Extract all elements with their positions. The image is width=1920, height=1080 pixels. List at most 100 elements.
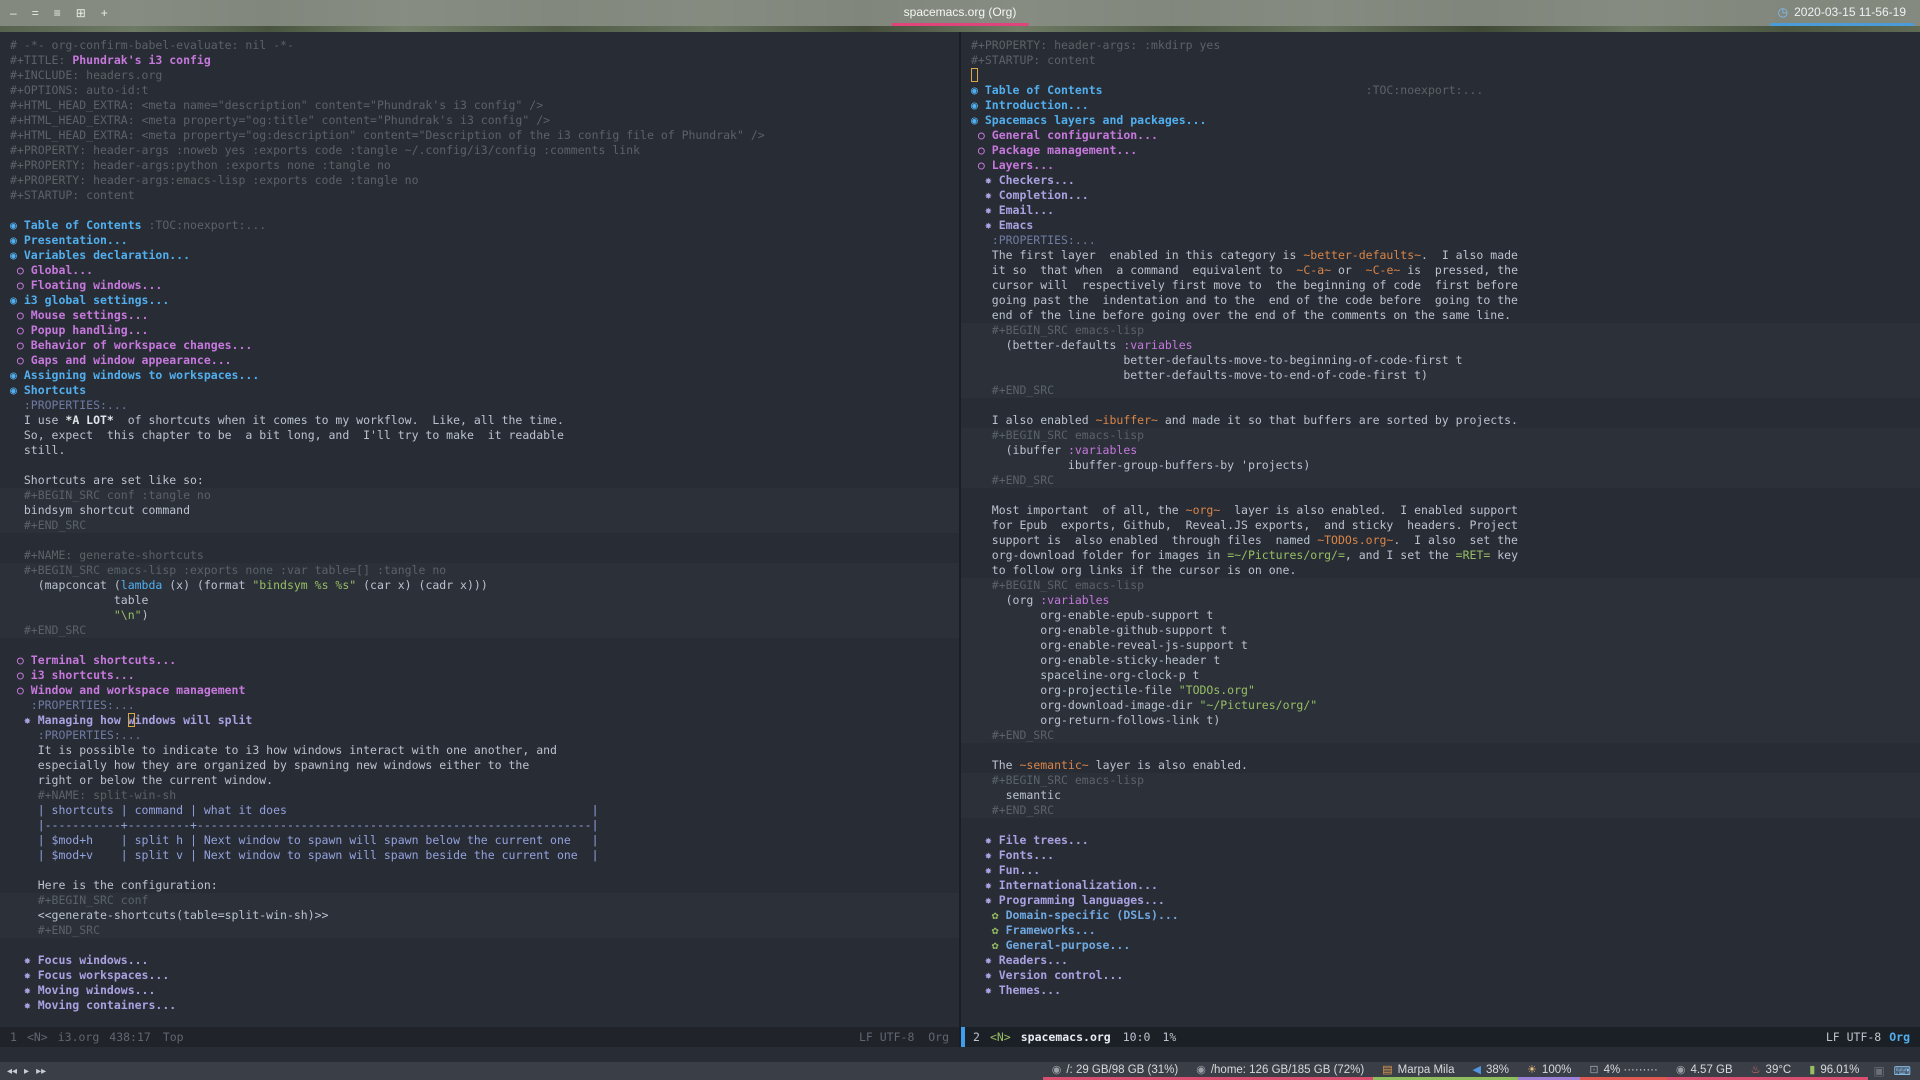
buffer-line[interactable]: org-enable-epub-support t — [961, 608, 1920, 623]
buffer-line[interactable]: ✿ Domain-specific (DSLs)... — [971, 908, 1920, 923]
buffer-line[interactable] — [971, 743, 1920, 758]
buffer-line[interactable]: ibuffer-group-buffers-by 'projects) — [961, 458, 1920, 473]
buffer-line[interactable] — [10, 203, 959, 218]
buffer-line[interactable] — [10, 938, 959, 953]
battery-module[interactable]: ▮ 96.01% — [1800, 1062, 1869, 1080]
buffer-line[interactable]: (ibuffer :variables — [961, 443, 1920, 458]
buffer-line[interactable]: ✸ Internationalization... — [971, 878, 1920, 893]
buffer-line[interactable]: |-----------+---------+-----------------… — [10, 818, 959, 833]
buffer-line[interactable]: ✸ Fun... — [971, 863, 1920, 878]
memory-module[interactable]: ◉ 4.57 GB — [1666, 1062, 1742, 1080]
buffer-line[interactable]: (mapconcat (lambda (x) (format "bindsym … — [0, 578, 959, 593]
buffer-line[interactable]: | $mod+v | split v | Next window to spaw… — [10, 848, 959, 863]
buffer-line[interactable]: ◉ Presentation... — [10, 233, 959, 248]
buffer-line[interactable] — [971, 68, 1920, 83]
buffer-line[interactable]: org-download folder for images in =~/Pic… — [971, 548, 1920, 563]
buffer-line[interactable] — [971, 818, 1920, 833]
buffer-line[interactable]: #+HTML_HEAD_EXTRA: <meta property="og:ti… — [10, 113, 959, 128]
buffer-line[interactable]: ✸ Moving windows... — [10, 983, 959, 998]
buffer-line[interactable]: ○ General configuration... — [971, 128, 1920, 143]
buffer-line[interactable]: org-enable-sticky-header t — [961, 653, 1920, 668]
buffer-line[interactable]: #+HTML_HEAD_EXTRA: <meta property="og:de… — [10, 128, 959, 143]
buffer-line[interactable]: ○ i3 shortcuts... — [10, 668, 959, 683]
workspace-icon-5[interactable]: + — [101, 6, 108, 20]
buffer-line[interactable]: ✸ Emacs — [971, 218, 1920, 233]
buffer-line[interactable]: #+BEGIN_SRC emacs-lisp — [961, 323, 1920, 338]
buffer-line[interactable]: ◉ i3 global settings... — [10, 293, 959, 308]
buffer-line[interactable]: semantic — [961, 788, 1920, 803]
buffer-line[interactable]: still. — [10, 443, 959, 458]
chat-tray-icon[interactable]: ▣ — [1873, 1064, 1884, 1078]
buffer-line[interactable]: ✸ Checkers... — [971, 173, 1920, 188]
buffer-line[interactable]: ✸ Managing how windows will split — [10, 713, 959, 728]
buffer-line[interactable]: (org :variables — [961, 593, 1920, 608]
workspace-icon-4[interactable]: ⊞ — [76, 6, 86, 20]
buffer-line[interactable] — [971, 398, 1920, 413]
buffer-line[interactable]: ✸ Fonts... — [971, 848, 1920, 863]
buffer-line[interactable]: org-return-follows-link t) — [961, 713, 1920, 728]
workspace-icon-2[interactable]: = — [32, 6, 39, 20]
buffer-line[interactable]: #+BEGIN_SRC emacs-lisp — [961, 428, 1920, 443]
buffer-line[interactable]: ✸ Programming languages... — [971, 893, 1920, 908]
buffer-line[interactable]: #+PROPERTY: header-args: :mkdirp yes — [971, 38, 1920, 53]
buffer-line[interactable]: ✸ File trees... — [971, 833, 1920, 848]
buffer-line[interactable]: better-defaults-move-to-end-of-code-firs… — [961, 368, 1920, 383]
cpu-module[interactable]: ⊡ 4% ········· — [1580, 1062, 1667, 1080]
buffer-line[interactable]: ○ Mouse settings... — [10, 308, 959, 323]
keyboard-tray-icon[interactable]: ⌨ — [1894, 1064, 1911, 1078]
buffer-line[interactable]: ✸ Moving containers... — [10, 998, 959, 1013]
echo-area[interactable] — [0, 1047, 1920, 1062]
left-emacs-window[interactable]: # -*- org-confirm-babel-evaluate: nil -*… — [0, 32, 959, 1047]
buffer-line[interactable]: ✸ Themes... — [971, 983, 1920, 998]
right-emacs-window[interactable]: #+PROPERTY: header-args: :mkdirp yes #+ST… — [961, 32, 1920, 1047]
buffer-line[interactable]: ○ Gaps and window appearance... — [10, 353, 959, 368]
buffer-line[interactable]: ◉ Table of Contents :TOC:noexport:... — [971, 83, 1920, 98]
buffer-line[interactable]: ✸ Focus windows... — [10, 953, 959, 968]
buffer-line[interactable]: ✸ Completion... — [971, 188, 1920, 203]
buffer-line[interactable]: I use *A LOT* of shortcuts when it comes… — [10, 413, 959, 428]
buffer-line[interactable]: going past the indentation and to the en… — [971, 293, 1920, 308]
buffer-line[interactable]: org-projectile-file "TODOs.org" — [961, 683, 1920, 698]
buffer-line[interactable]: especially how they are organized by spa… — [10, 758, 959, 773]
buffer-line[interactable]: ○ Terminal shortcuts... — [10, 653, 959, 668]
buffer-line[interactable]: ○ Global... — [10, 263, 959, 278]
buffer-line[interactable]: ✸ Readers... — [971, 953, 1920, 968]
buffer-line[interactable] — [10, 458, 959, 473]
play-icon[interactable]: ▸ — [24, 1066, 29, 1077]
brightness-module[interactable]: ☀ 100% — [1518, 1062, 1581, 1080]
buffer-line[interactable]: #+END_SRC — [961, 473, 1920, 488]
buffer-line[interactable]: #+PROPERTY: header-args:python :exports … — [10, 158, 959, 173]
buffer-line[interactable]: #+END_SRC — [961, 728, 1920, 743]
buffer-line[interactable]: support is also enabled through files na… — [971, 533, 1920, 548]
buffer-line[interactable]: I also enabled ~ibuffer~ and made it so … — [971, 413, 1920, 428]
buffer-line[interactable]: #+END_SRC — [0, 923, 959, 938]
buffer-line[interactable]: ○ Floating windows... — [10, 278, 959, 293]
buffer-line[interactable]: better-defaults-move-to-beginning-of-cod… — [961, 353, 1920, 368]
buffer-line[interactable]: #+BEGIN_SRC emacs-lisp :exports none :va… — [0, 563, 959, 578]
buffer-line[interactable]: ○ Layers... — [971, 158, 1920, 173]
buffer-line[interactable]: The first layer enabled in this category… — [971, 248, 1920, 263]
buffer-line[interactable]: org-enable-reveal-js-support t — [961, 638, 1920, 653]
buffer-line[interactable]: #+OPTIONS: auto-id:t — [10, 83, 959, 98]
buffer-line[interactable]: #+BEGIN_SRC conf — [0, 893, 959, 908]
buffer-line[interactable]: it so that when a command equivalent to … — [971, 263, 1920, 278]
buffer-line[interactable]: | $mod+h | split h | Next window to spaw… — [10, 833, 959, 848]
buffer-line[interactable]: for Epub exports, Github, Reveal.JS expo… — [971, 518, 1920, 533]
buffer-line[interactable]: ◉ Assigning windows to workspaces... — [10, 368, 959, 383]
buffer-line[interactable]: | shortcuts | command | what it does | — [10, 803, 959, 818]
buffer-line[interactable]: #+STARTUP: content — [10, 188, 959, 203]
buffer-line[interactable]: ○ Window and workspace management — [10, 683, 959, 698]
buffer-line[interactable]: #+BEGIN_SRC emacs-lisp — [961, 773, 1920, 788]
buffer-line[interactable]: # -*- org-confirm-babel-evaluate: nil -*… — [10, 38, 959, 53]
buffer-line[interactable]: ○ Package management... — [971, 143, 1920, 158]
volume-module[interactable]: ◀ 38% — [1463, 1062, 1519, 1080]
buffer-line[interactable]: <<generate-shortcuts(table=split-win-sh)… — [0, 908, 959, 923]
buffer-line[interactable]: #+BEGIN_SRC conf :tangle no — [0, 488, 959, 503]
left-buffer-text[interactable]: # -*- org-confirm-babel-evaluate: nil -*… — [0, 32, 959, 1027]
buffer-line[interactable]: It is possible to indicate to i3 how win… — [10, 743, 959, 758]
buffer-line[interactable]: So, expect this chapter to be a bit long… — [10, 428, 959, 443]
temperature-module[interactable]: ♨ 39°C — [1741, 1062, 1801, 1080]
buffer-line[interactable]: org-enable-github-support t — [961, 623, 1920, 638]
buffer-line[interactable]: ◉ Introduction... — [971, 98, 1920, 113]
buffer-line[interactable]: :PROPERTIES:... — [971, 233, 1920, 248]
